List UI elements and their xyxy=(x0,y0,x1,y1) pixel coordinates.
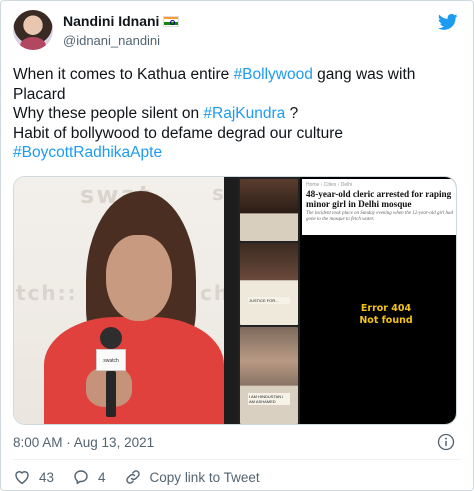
tweet-text-line: When it comes to Kathua entire #Bollywoo… xyxy=(13,65,463,85)
tweet-actions: 43 4 Copy link to Tweet xyxy=(13,466,278,488)
hashtag-link[interactable]: #BoycottRadhikaApte xyxy=(13,144,162,161)
red-top xyxy=(44,317,224,424)
tweet-card: Nandini Idnani @idnani_nandini When it c… xyxy=(0,0,474,491)
tweet-text-segment: When it comes to Kathua entire xyxy=(13,66,234,83)
info-icon[interactable] xyxy=(437,433,455,451)
tweet-text-segment: gang was with xyxy=(312,66,416,83)
tweet-text-line: #BoycottRadhikaApte xyxy=(13,143,463,163)
error-line-2: Not found xyxy=(359,315,413,326)
media-divider xyxy=(224,177,238,424)
protest-thumbnails: JUSTICE FOR... I AM HINDUSTAN I AM ASHAM… xyxy=(238,177,300,424)
like-button[interactable]: 43 xyxy=(13,468,54,486)
tweet-text-segment: Habit of bollywood to defame degrad our … xyxy=(13,124,344,142)
news-breadcrumb: Home › Cities › Delhi xyxy=(306,182,353,188)
microphone: swatch xyxy=(96,327,126,417)
tweet-text: When it comes to Kathua entire #Bollywoo… xyxy=(13,65,463,163)
tweet-text-line: Why these people silent on #RajKundra ? xyxy=(13,104,463,124)
protest-thumb-1 xyxy=(240,179,298,241)
avatar[interactable] xyxy=(13,10,53,50)
placard-text-3: I AM HINDUSTAN I AM ASHAMED xyxy=(248,393,290,405)
twitter-bird-icon[interactable] xyxy=(437,12,459,32)
hashtag-link[interactable]: #RajKundra xyxy=(203,105,285,122)
india-flag-icon xyxy=(163,15,180,27)
tweet-text-segment: ? xyxy=(285,105,299,122)
tweet-text-line: Placard xyxy=(13,85,463,105)
tweet-media[interactable]: swat tch:: s ch swatch JUSTICE FO xyxy=(13,176,457,425)
copy-link-button[interactable]: Copy link to Tweet xyxy=(124,468,260,486)
news-subtext: The incident took place on Sunday evenin… xyxy=(306,211,453,222)
tweet-text-segment: Placard xyxy=(13,85,66,103)
swatch-logo-text-3: s xyxy=(212,181,224,205)
like-count: 43 xyxy=(39,469,55,485)
error-404-text: Error 404 Not found xyxy=(336,303,436,327)
heart-icon xyxy=(15,471,29,485)
author-name-row: Nandini Idnani xyxy=(63,13,180,29)
radhika-apte-photo[interactable]: swat tch:: s ch swatch xyxy=(14,177,224,424)
mic-flag: swatch xyxy=(96,349,126,371)
news-clipping: Home › Cities › Delhi 48-year-old cleric… xyxy=(302,179,456,235)
footer-divider xyxy=(13,459,461,460)
swatch-logo-text-2: tch:: xyxy=(16,281,78,305)
tweet-text-line: Habit of bollywood to defame degrad our … xyxy=(13,124,463,144)
reply-count: 4 xyxy=(98,469,106,485)
tweet-header: Nandini Idnani @idnani_nandini xyxy=(13,10,463,54)
error-line-1: Error 404 xyxy=(360,303,412,314)
tweet-timestamp[interactable]: 8:00 AM · Aug 13, 2021 xyxy=(13,435,154,450)
author-handle[interactable]: @idnani_nandini xyxy=(63,33,160,48)
protest-thumb-2: JUSTICE FOR... xyxy=(240,243,298,325)
placard-text-2: JUSTICE FOR... xyxy=(248,297,290,304)
face xyxy=(106,235,172,321)
protest-thumb-3: I AM HINDUSTAN I AM ASHAMED xyxy=(240,327,298,424)
reply-button[interactable]: 4 xyxy=(72,468,106,486)
author-name[interactable]: Nandini Idnani xyxy=(63,13,159,29)
copy-link-label: Copy link to Tweet xyxy=(149,469,260,485)
tweet-text-segment: Why these people silent on xyxy=(13,105,204,122)
hashtag-link[interactable]: #Bollywood xyxy=(234,66,313,83)
swatch-logo-text-4: ch xyxy=(200,281,224,305)
reply-icon xyxy=(74,470,88,485)
link-icon xyxy=(125,470,140,484)
collage-image[interactable]: JUSTICE FOR... I AM HINDUSTAN I AM ASHAM… xyxy=(238,177,456,424)
news-headline: 48-year-old cleric arrested for raping m… xyxy=(306,189,452,209)
